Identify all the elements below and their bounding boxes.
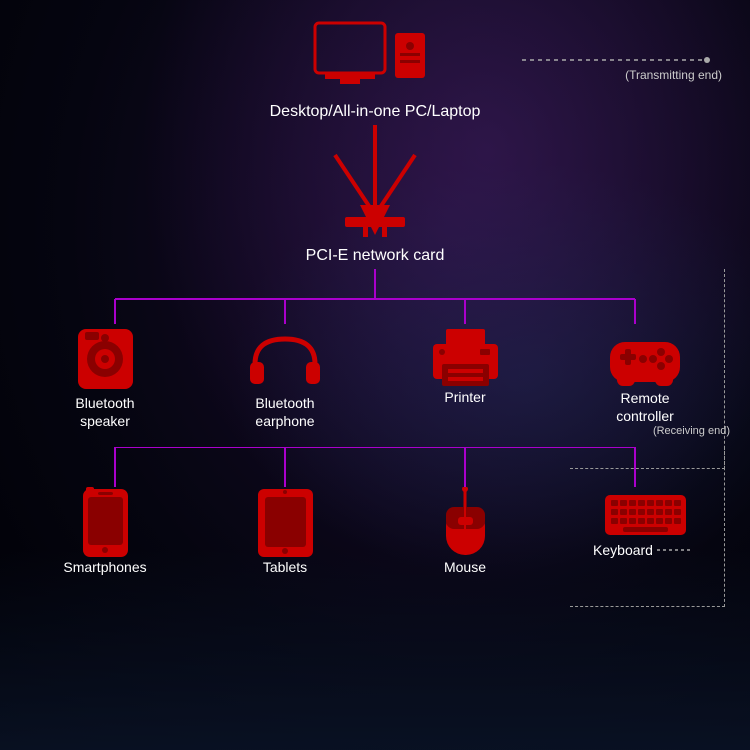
device-bluetooth-speaker: Bluetoothspeaker — [20, 324, 190, 437]
bluetooth-earphone-label: Bluetoothearphone — [255, 394, 314, 430]
mouse-icon — [438, 487, 493, 559]
row2-connector-lines — [25, 447, 725, 487]
device-smartphones: Smartphones — [20, 487, 190, 575]
arrow-down-section: PCI-E network card — [306, 125, 445, 265]
device-tablets: Tablets — [200, 487, 370, 575]
network-card-label: PCI-E network card — [306, 247, 445, 265]
device-mouse: Mouse — [380, 487, 550, 575]
pc-block: Desktop/All-in-one PC/Laptop — [270, 18, 481, 121]
device-keyboard: Keyboard — [560, 487, 730, 575]
transmit-dotted-line — [522, 55, 722, 65]
row2-devices: Smartphones Tablets Mouse — [15, 487, 735, 575]
row1-devices: Bluetoothspeaker Bluetoothearphone Pri — [15, 324, 735, 437]
connector-lines — [25, 269, 725, 324]
pc-icon — [310, 18, 440, 103]
tablets-label: Tablets — [263, 559, 307, 575]
keyboard-icon — [603, 487, 688, 542]
main-content: (Transmitting end) Desktop/All-in-one PC… — [0, 0, 750, 750]
printer-icon — [428, 324, 503, 389]
mouse-label: Mouse — [444, 559, 486, 575]
top-section: (Transmitting end) Desktop/All-in-one PC… — [0, 0, 750, 121]
bluetooth-speaker-label: Bluetoothspeaker — [75, 394, 134, 430]
phone-icon — [78, 487, 133, 559]
device-bluetooth-earphone: Bluetoothearphone — [200, 324, 370, 437]
transmit-end-label: (Transmitting end) — [625, 68, 722, 82]
receiving-end-label: (Receiving end) — [560, 425, 730, 437]
headphone-icon — [245, 324, 325, 394]
device-remote-controller: Remotecontroller (Receiving end) — [560, 324, 730, 437]
tablet-icon — [253, 487, 318, 559]
device-printer: Printer — [380, 324, 550, 437]
keyboard-label: Keyboard — [593, 542, 697, 558]
pc-label: Desktop/All-in-one PC/Laptop — [270, 103, 481, 121]
printer-label: Printer — [444, 389, 485, 405]
gamepad-icon — [605, 324, 685, 389]
smartphones-label: Smartphones — [63, 559, 146, 575]
speaker-icon — [73, 324, 138, 394]
remote-controller-label: Remotecontroller — [616, 389, 674, 425]
